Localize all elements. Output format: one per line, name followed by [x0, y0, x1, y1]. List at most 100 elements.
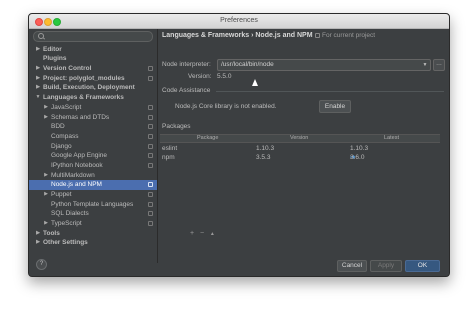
packages-toolbar: + − ▲	[190, 230, 215, 237]
sidebar-item[interactable]: ▶ Other Settings	[29, 238, 157, 248]
project-scope-icon	[148, 182, 153, 188]
expand-right-icon[interactable]: ▶	[35, 45, 41, 55]
sidebar-item-label: MultiMarkdown	[51, 171, 95, 179]
sidebar-item[interactable]: ▶ Tools	[29, 229, 157, 239]
column-version[interactable]: Version	[290, 135, 308, 142]
expand-right-icon[interactable]: ▶	[43, 219, 49, 229]
project-scope-icon	[148, 162, 153, 168]
project-scope-icon	[148, 66, 153, 72]
scope-label: For current project	[315, 32, 375, 39]
sidebar-item-label: Compass	[51, 132, 79, 140]
package-version: 1.10.3	[256, 145, 275, 152]
sidebar-item[interactable]: BDD	[29, 122, 157, 132]
apply-button[interactable]: Apply	[370, 260, 402, 272]
sidebar-item[interactable]: Node.js and NPM	[29, 180, 157, 190]
help-button[interactable]: ?	[36, 259, 47, 270]
sidebar-item-label: JavaScript	[51, 103, 82, 111]
sidebar-item-label: SQL Dialects	[51, 210, 89, 218]
project-scope-icon	[148, 143, 153, 149]
expand-right-icon[interactable]: ▶	[35, 74, 41, 84]
add-package-button[interactable]: +	[190, 230, 194, 237]
sidebar-item[interactable]: SQL Dialects	[29, 209, 157, 219]
table-row[interactable]: npm 3.5.3 ➜ 3.6.0	[160, 153, 440, 162]
project-scope-icon	[315, 32, 320, 38]
project-scope-icon	[148, 211, 153, 217]
sidebar-item-label: Node.js and NPM	[51, 181, 102, 189]
upgrade-package-button[interactable]: ▲	[210, 231, 215, 237]
sidebar-item[interactable]: ▶ Build, Execution, Deployment	[29, 83, 157, 93]
sidebar-item[interactable]: ▶ TypeScript	[29, 219, 157, 229]
package-version: 3.5.3	[256, 154, 271, 161]
project-scope-icon	[148, 221, 153, 227]
window-title: Preferences	[220, 17, 258, 24]
section-divider	[216, 91, 444, 92]
project-scope-icon	[148, 133, 153, 139]
project-scope-icon	[148, 124, 153, 130]
sidebar-item[interactable]: ▶ Version Control	[29, 64, 157, 74]
expand-right-icon[interactable]: ▶	[43, 103, 49, 113]
sidebar-item[interactable]: ▼ Languages & Frameworks	[29, 93, 157, 103]
ok-button[interactable]: OK	[405, 260, 440, 272]
sidebar-item-label: Django	[51, 142, 72, 150]
preferences-window: Preferences ▶ Editor Plugins ▶ Version Contr…	[28, 13, 450, 277]
sidebar-item[interactable]: Google App Engine	[29, 151, 157, 161]
expand-right-icon[interactable]: ▶	[35, 229, 41, 239]
expand-right-icon[interactable]: ▶	[43, 190, 49, 200]
chevron-down-icon[interactable]: ▼	[421, 61, 429, 69]
expand-right-icon[interactable]: ▶	[43, 171, 49, 181]
sidebar-item-label: BDD	[51, 123, 65, 131]
sidebar-item-label: Python Template Languages	[51, 200, 134, 208]
sidebar-item[interactable]	[29, 35, 157, 45]
column-latest[interactable]: Latest	[384, 135, 399, 142]
sidebar-item-label: Build, Execution, Deployment	[43, 84, 135, 92]
node-interpreter-select[interactable]: /usr/local/bin/node ▼	[217, 59, 431, 71]
project-scope-icon	[148, 75, 153, 81]
version-label: Version:	[188, 73, 212, 80]
sidebar-item-label: Editor	[43, 45, 62, 53]
package-name: npm	[162, 154, 175, 161]
sidebar-item-label: Other Settings	[43, 239, 88, 247]
sidebar-item[interactable]: ▶ Puppet	[29, 190, 157, 200]
expand-right-icon[interactable]: ▶	[35, 238, 41, 248]
sidebar-item[interactable]: Python Template Languages	[29, 200, 157, 210]
package-latest: 1.10.3	[350, 145, 369, 152]
package-name: eslint	[162, 145, 178, 152]
sidebar-item[interactable]: ▶ MultiMarkdown	[29, 171, 157, 181]
packages-title: Packages	[162, 123, 191, 130]
table-row[interactable]: eslint 1.10.3 1.10.3	[160, 144, 440, 153]
expand-right-icon[interactable]: ▶	[43, 113, 49, 123]
package-latest: 3.6.0	[350, 154, 365, 161]
sidebar-item-label: IPython Notebook	[51, 161, 103, 169]
remove-package-button[interactable]: −	[200, 230, 204, 237]
column-package[interactable]: Package	[197, 135, 218, 142]
browse-interpreter-button[interactable]: …	[433, 59, 445, 71]
sidebar-item[interactable]: Django	[29, 142, 157, 152]
expand-right-icon[interactable]: ▶	[35, 83, 41, 93]
interpreter-label: Node interpreter:	[162, 61, 211, 68]
sidebar-item-label: TypeScript	[51, 220, 82, 228]
cancel-button[interactable]: Cancel	[337, 260, 367, 272]
sidebar-item[interactable]: ▶ Editor	[29, 45, 157, 55]
expand-right-icon[interactable]: ▶	[35, 64, 41, 74]
code-assistance-title: Code Assistance	[162, 87, 211, 94]
expand-down-icon[interactable]: ▼	[35, 93, 41, 103]
sidebar-item-label: Tools	[43, 229, 60, 237]
settings-sidebar: ▶ Editor Plugins ▶ Version Control ▶ Project: …	[29, 29, 158, 263]
sidebar-item-label: Google App Engine	[51, 152, 108, 160]
sidebar-item[interactable]: IPython Notebook	[29, 161, 157, 171]
sidebar-item[interactable]: Plugins	[29, 54, 157, 64]
sidebar-item-label: Languages & Frameworks	[43, 94, 124, 102]
sidebar-item[interactable]: ▶ Schemas and DTDs	[29, 113, 157, 123]
sidebar-item[interactable]: ▶ JavaScript	[29, 103, 157, 113]
sidebar-item-label: Plugins	[43, 55, 67, 63]
project-scope-icon	[148, 114, 153, 120]
sidebar-item[interactable]: ▶ Project: polyglot_modules	[29, 74, 157, 84]
packages-table: Package Version Latest eslint 1.10.3 1.1…	[160, 134, 440, 162]
project-scope-icon	[148, 192, 153, 197]
project-scope-icon	[148, 153, 153, 159]
core-library-status: Node.js Core library is not enabled.	[175, 103, 277, 110]
sidebar-item[interactable]: Compass	[29, 132, 157, 142]
version-value: 5.5.0	[217, 73, 232, 80]
settings-tree: ▶ Editor Plugins ▶ Version Control ▶ Project: …	[29, 35, 157, 248]
enable-button[interactable]: Enable	[319, 100, 351, 113]
